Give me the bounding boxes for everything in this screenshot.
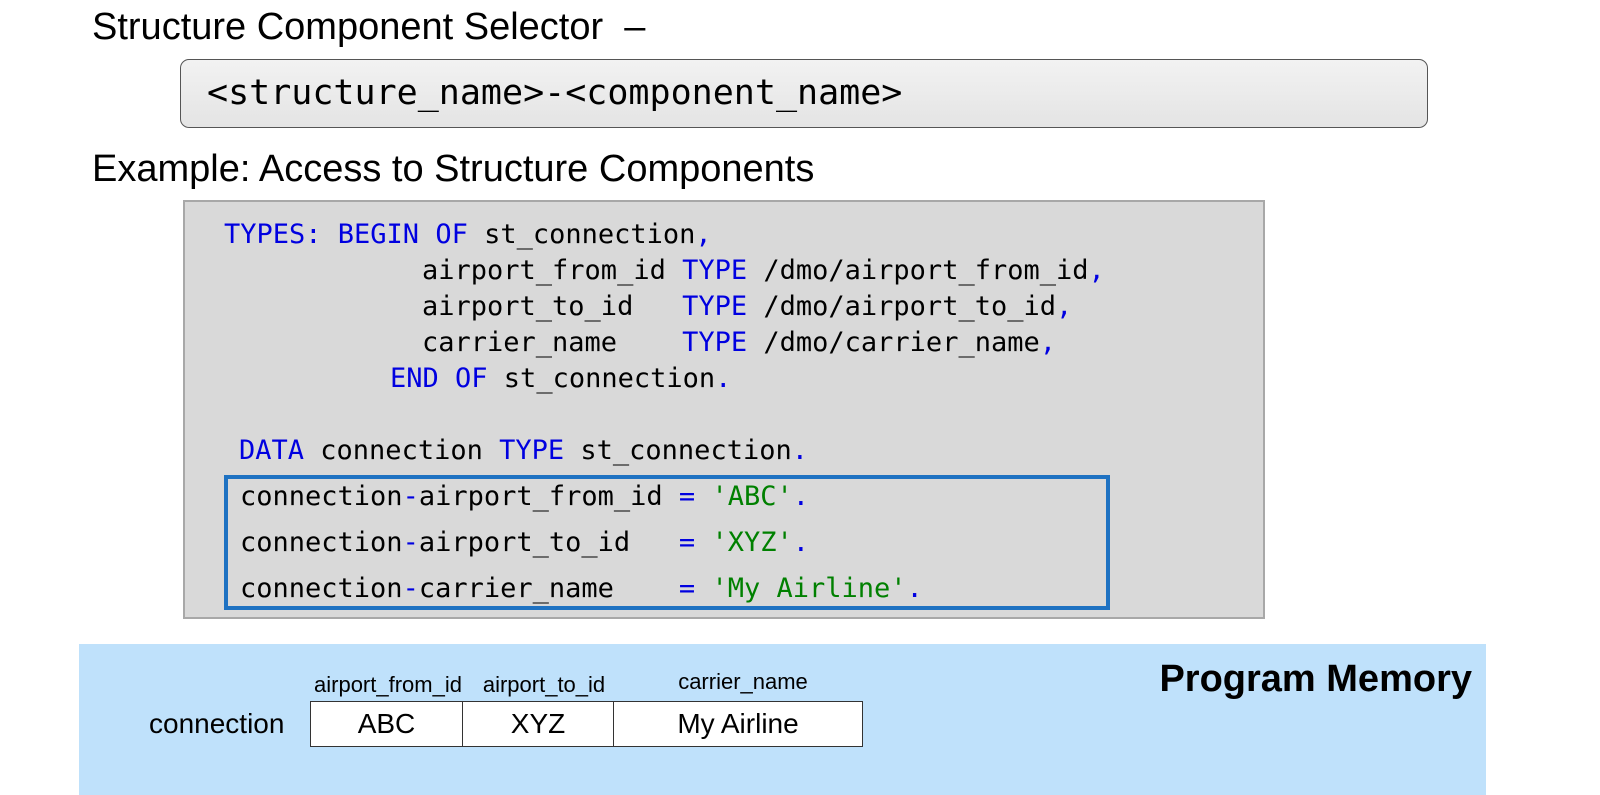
memory-column-header: airport_to_id [482,672,606,697]
code-token: , [1055,291,1073,322]
code-token: . [715,363,732,394]
code-line: carrier_name TYPE /dmo/carrier_name, [422,329,1056,356]
code-token: DATA [239,435,305,466]
selector-heading: Structure Component Selector – [92,6,646,48]
code-token: airport_to_id [422,291,683,322]
program-memory-panel: Program Memory connection airport_from_i… [79,644,1486,795]
code-token: TYPE [682,327,748,358]
memory-structure-table: ABC XYZ My Airline [310,701,863,747]
code-token: st_connection [487,363,716,394]
code-token: /dmo/airport_from_id [747,255,1089,286]
code-token: TYPES: BEGIN OF [224,219,468,250]
code-token: . [791,435,808,466]
component-access-highlight [224,475,1110,610]
memory-cell: My Airline [677,708,799,739]
code-token: st_connection [564,435,792,466]
example-heading: Example: Access to Structure Components [92,148,815,190]
memory-cell: XYZ [463,702,614,746]
structure-variable-label: connection [149,708,285,739]
code-token: connection [304,435,500,466]
code-token: /dmo/carrier_name [747,327,1040,358]
syntax-text: <structure_name>-<component_name> [207,73,903,113]
memory-column-header: carrier_name [678,669,808,694]
code-token: , [1088,255,1105,286]
code-token: TYPE [682,291,748,322]
code-token: st_connection [467,219,696,250]
code-token: END OF [390,363,488,394]
code-token: carrier_name [422,327,683,358]
code-line: END OF st_connection. [390,365,731,392]
program-memory-title: Program Memory [1159,658,1472,700]
code-token: , [695,219,712,250]
code-token: airport_from_id [422,255,683,286]
code-line: airport_from_id TYPE /dmo/airport_from_i… [422,257,1105,284]
memory-cell: ABC [311,702,463,746]
code-line: airport_to_id TYPE /dmo/airport_to_id, [422,293,1072,320]
code-token: /dmo/airport_to_id [747,291,1056,322]
code-line: TYPES: BEGIN OF st_connection, [224,221,712,248]
code-token: TYPE [499,435,565,466]
code-line: DATA connection TYPE st_connection. [239,437,808,464]
syntax-box: <structure_name>-<component_name> [180,59,1428,128]
code-token: , [1039,327,1056,358]
code-token: TYPE [682,255,748,286]
